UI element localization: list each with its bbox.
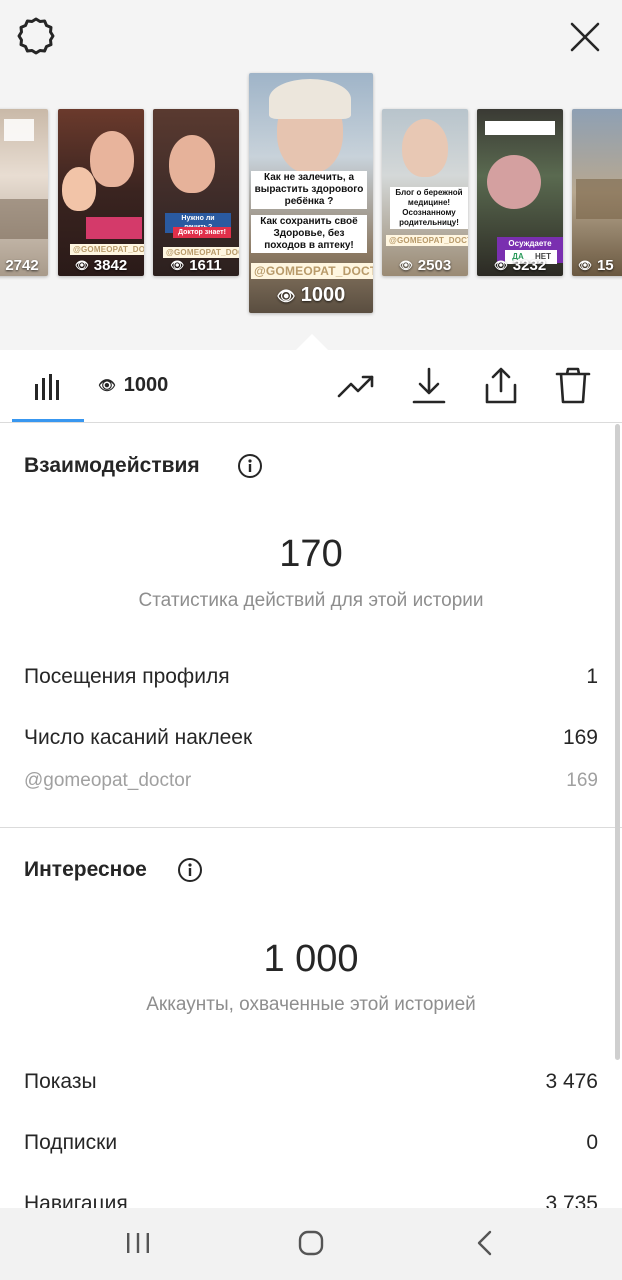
tab-views[interactable]: 👁 1000 bbox=[98, 374, 168, 397]
story-caption-box bbox=[4, 119, 34, 141]
story-views-count: 1000 bbox=[300, 284, 346, 306]
interactions-subtitle: Статистика действий для этой истории bbox=[138, 590, 484, 611]
story-mention-tag: @GOMEOPAT_DOCTOR bbox=[386, 235, 468, 246]
impressions-label: Показы bbox=[24, 1070, 97, 1093]
house-shape bbox=[576, 179, 622, 219]
food-shape bbox=[487, 155, 541, 209]
bar-chart-icon[interactable] bbox=[32, 370, 64, 407]
discovery-title: Интересное bbox=[24, 858, 147, 881]
eye-icon: 👁 bbox=[98, 377, 116, 393]
active-tab-indicator bbox=[12, 419, 84, 422]
interactions-title: Взаимодействия bbox=[24, 454, 200, 477]
story-thumbnail[interactable]: Нужно ли лечить? Доктор знает! @GOMEOPAT… bbox=[153, 109, 239, 276]
stories-header: 2742 @GOMEOPAT_DOCTOR 👁 3842 Нужно ли ле… bbox=[0, 0, 622, 350]
story-mention-tag: @GOMEOPAT_DOCTOR bbox=[70, 244, 144, 255]
story-views: 👁 3842 bbox=[58, 257, 144, 274]
sticker-taps-value: 169 bbox=[562, 726, 598, 749]
reach-subtitle: Аккаунты, охваченные этой историей bbox=[146, 994, 476, 1015]
story-views: 👁 1611 bbox=[153, 257, 239, 274]
mention-taps-value: 169 bbox=[566, 770, 598, 791]
story-thumbnail[interactable]: @GOMEOPAT_DOCTOR 👁 3842 bbox=[58, 109, 144, 276]
gear-icon[interactable] bbox=[16, 16, 56, 56]
story-thumbnail-selected[interactable]: Как не залечить, а вырастить здорового р… bbox=[249, 73, 373, 313]
story-caption: Как сохранить своё Здоровье, без походов… bbox=[251, 215, 367, 253]
system-nav-bar bbox=[0, 1208, 622, 1280]
impressions-value: 3 476 bbox=[545, 1070, 598, 1093]
story-caption: Блог о бережной медицине! Осознанному ро… bbox=[390, 187, 468, 229]
share-icon[interactable] bbox=[481, 366, 521, 411]
story-mention-tag: @GOMEOPAT_DOCTOR bbox=[251, 263, 373, 279]
story-views: 👁 2503 bbox=[382, 257, 468, 274]
hair-shape bbox=[269, 79, 351, 119]
eye-icon: 👁 bbox=[74, 260, 89, 272]
mention-taps-label: @gomeopat_doctor bbox=[24, 770, 192, 791]
story-views-count: 3232 bbox=[512, 257, 547, 274]
person-shape bbox=[169, 135, 215, 193]
room-shape bbox=[0, 199, 48, 239]
trash-icon[interactable] bbox=[553, 366, 593, 411]
story-views-count: 3842 bbox=[93, 257, 128, 274]
views-count-label: 1000 bbox=[123, 374, 169, 396]
story-thumbnail[interactable]: Блог о бережной медицине! Осознанному ро… bbox=[382, 109, 468, 276]
profile-visits-value: 1 bbox=[586, 665, 598, 688]
story-views-count: 2742 bbox=[5, 257, 39, 274]
profile-visits-label: Посещения профиля bbox=[24, 665, 230, 688]
eye-icon: 👁 bbox=[276, 287, 296, 305]
story-views-count: 1611 bbox=[189, 257, 222, 274]
download-icon[interactable] bbox=[409, 366, 449, 411]
follows-value: 0 bbox=[586, 1131, 598, 1154]
eye-icon: 👁 bbox=[398, 260, 413, 272]
stories-carousel[interactable]: 2742 @GOMEOPAT_DOCTOR 👁 3842 Нужно ли ле… bbox=[0, 0, 622, 350]
eye-icon: 👁 bbox=[493, 260, 508, 272]
eye-icon: 👁 bbox=[170, 260, 185, 272]
story-caption-box bbox=[485, 121, 555, 135]
story-views: 👁 3232 bbox=[477, 257, 563, 274]
scrollbar[interactable] bbox=[615, 424, 620, 1060]
story-thumbnail[interactable]: 2742 bbox=[0, 109, 48, 276]
story-views: 👁 1000 bbox=[249, 284, 373, 307]
info-icon[interactable] bbox=[177, 857, 203, 888]
story-views: 2742 bbox=[0, 257, 48, 274]
back-icon[interactable] bbox=[472, 1228, 500, 1263]
info-icon[interactable] bbox=[237, 453, 263, 484]
sticker-shape bbox=[86, 217, 142, 239]
follows-label: Подписки bbox=[24, 1131, 118, 1154]
trending-icon[interactable] bbox=[336, 366, 376, 411]
close-icon[interactable] bbox=[568, 20, 602, 54]
person-shape bbox=[90, 131, 134, 187]
insights-toolbar: 👁 1000 bbox=[0, 350, 622, 423]
story-thumbnail[interactable]: 👁 15 bbox=[572, 109, 622, 276]
selected-story-pointer bbox=[296, 334, 328, 350]
home-icon[interactable] bbox=[296, 1228, 326, 1263]
interactions-total: 170 bbox=[279, 533, 343, 575]
section-divider bbox=[0, 827, 622, 828]
child-shape bbox=[62, 167, 96, 211]
reach-total: 1 000 bbox=[263, 938, 359, 980]
person-shape bbox=[402, 119, 448, 177]
story-views-count: 2503 bbox=[417, 257, 452, 274]
recent-apps-icon[interactable] bbox=[124, 1228, 152, 1263]
eye-icon: 👁 bbox=[578, 260, 592, 272]
story-caption: Доктор знает! bbox=[173, 227, 231, 238]
story-views: 👁 15 bbox=[572, 257, 622, 274]
story-views-count: 15 bbox=[596, 257, 614, 274]
story-thumbnail[interactable]: Осуждаете меня ? ДА НЕТ 👁 3232 bbox=[477, 109, 563, 276]
story-caption: Как не залечить, а вырастить здорового р… bbox=[251, 171, 367, 209]
sticker-taps-label: Число касаний наклеек bbox=[24, 726, 253, 749]
